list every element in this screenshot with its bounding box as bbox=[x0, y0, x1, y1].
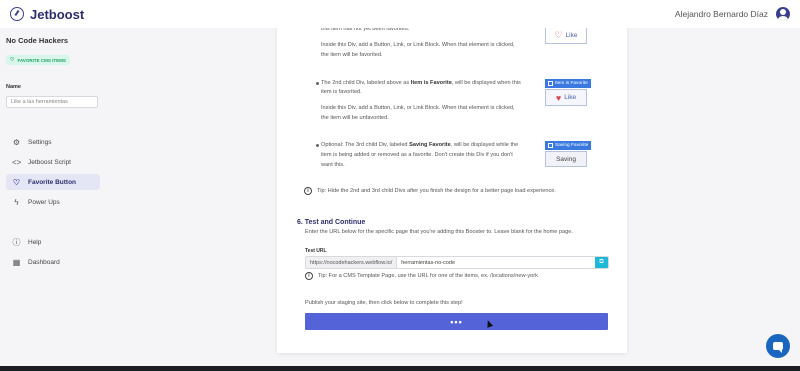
demo-liked-button: ♥ Like bbox=[545, 89, 587, 106]
bullet-3-pre: Optional: The 3rd child Div, labeled bbox=[321, 142, 410, 148]
user-name: Alejandro Bernardo Díaz bbox=[674, 9, 768, 19]
bullet-2-line: the item will be unfavorited. bbox=[321, 115, 389, 121]
tip-hide-divs: i Tip: Hide the 2nd and 3rd child Divs a… bbox=[304, 187, 556, 195]
bolt-icon: ϟ bbox=[14, 197, 19, 207]
heart-outline-icon: ♡ bbox=[554, 30, 563, 40]
sidebar-item-label: Favorite Button bbox=[28, 178, 77, 186]
brand-name: Jetboost bbox=[30, 6, 85, 22]
item-is-favorite-tag: Item is Favorite bbox=[545, 79, 591, 88]
project-badge-label: FAVORITE CMS ITEMS bbox=[17, 57, 66, 63]
sidebar-item-help[interactable]: ⓘ Help bbox=[6, 234, 100, 250]
bullet-2: The 2nd child Div, labeled above as Item… bbox=[316, 79, 546, 88]
test-url-field: https://nocodehackers.webflow.io/ ⧉ bbox=[305, 256, 609, 269]
step-description: Enter the URL below for the specific pag… bbox=[305, 229, 573, 235]
bullet-2-strong: Item is Favorite bbox=[410, 80, 452, 86]
demo-like-button: ♡ Like bbox=[545, 27, 587, 44]
jetboost-logo-icon bbox=[10, 7, 24, 21]
demo-saving-label: Saving bbox=[556, 155, 576, 163]
bullet-2-line: Inside this Div, add a Button, Link, or … bbox=[321, 105, 515, 111]
heart-icon: ♡ bbox=[10, 57, 15, 63]
tip-cms-template: i Tip: For a CMS Template Page, use the … bbox=[305, 272, 538, 280]
complete-step-button[interactable]: ••• bbox=[305, 313, 608, 330]
main-card: this item has not yet been favorited. In… bbox=[277, 0, 627, 353]
user-menu[interactable]: Alejandro Bernardo Díaz bbox=[675, 7, 790, 21]
tip-text: Tip: Hide the 2nd and 3rd child Divs aft… bbox=[317, 188, 556, 194]
bullet-3-strong: Saving Favorite bbox=[409, 142, 451, 148]
tip-text: Tip: For a CMS Template Page, use the UR… bbox=[318, 273, 538, 279]
bullet-1-line: the item will be favorited. bbox=[321, 52, 383, 58]
code-icon: <> bbox=[12, 157, 22, 167]
bullet-2-pre: The 2nd child Div, labeled above as bbox=[321, 80, 411, 86]
sidebar-item-power-ups[interactable]: ϟ Power Ups bbox=[6, 194, 100, 210]
saving-favorite-tag: Saving Favorite bbox=[545, 141, 592, 150]
bullet-3-post: , will be displayed while the bbox=[450, 142, 519, 148]
publish-instructions: Publish your staging site, then click be… bbox=[305, 300, 463, 306]
user-avatar-icon[interactable] bbox=[776, 7, 790, 21]
demo-like-label: Like bbox=[564, 94, 577, 101]
demo-saving-button: Saving bbox=[545, 151, 587, 167]
info-icon: i bbox=[305, 272, 313, 280]
sidebar-nav: ⚙ Settings <> Jetboost Script ♡ Favorite… bbox=[6, 134, 100, 210]
bullet-2-line: item is favorited. bbox=[321, 89, 362, 95]
sidebar-nav-secondary: ⓘ Help ▦ Dashboard bbox=[6, 234, 100, 270]
brand[interactable]: Jetboost bbox=[10, 7, 84, 22]
sidebar-item-label: Settings bbox=[28, 138, 52, 146]
chat-icon bbox=[773, 342, 783, 353]
bullet-dot bbox=[316, 82, 319, 85]
checkbox-icon bbox=[548, 81, 553, 86]
bullet-3: Optional: The 3rd child Div, labeled Sav… bbox=[316, 141, 546, 150]
bullet-2-post: , will be displayed when this bbox=[451, 80, 521, 86]
bullet-1-line: Inside this Div, add a Button, Link, or … bbox=[321, 42, 515, 48]
heart-filled-icon: ♥ bbox=[555, 92, 562, 103]
test-url-label: Test URL bbox=[305, 248, 327, 254]
sidebar-item-jetboost-script[interactable]: <> Jetboost Script bbox=[6, 154, 100, 170]
url-prefix: https://nocodehackers.webflow.io/ bbox=[306, 257, 398, 268]
info-icon: i bbox=[304, 187, 312, 195]
sidebar-item-settings[interactable]: ⚙ Settings bbox=[6, 134, 100, 150]
bullet-3-line: item is being added or removed as a favo… bbox=[321, 152, 513, 158]
project-name: No Code Hackers bbox=[6, 36, 69, 45]
name-input[interactable] bbox=[6, 96, 98, 108]
bottom-bar bbox=[0, 366, 800, 371]
chat-launcher-button[interactable] bbox=[766, 334, 790, 358]
external-link-icon[interactable]: ⧉ bbox=[595, 257, 608, 268]
bullet-3-line: want this. bbox=[321, 162, 345, 168]
gear-icon: ⚙ bbox=[12, 137, 21, 147]
help-icon: ⓘ bbox=[12, 237, 21, 247]
app-header: Jetboost Alejandro Bernardo Díaz bbox=[0, 0, 800, 28]
sidebar: No Code Hackers ♡ FAVORITE CMS ITEMS Nam… bbox=[0, 28, 106, 371]
sidebar-item-label: Power Ups bbox=[28, 198, 60, 206]
checkbox-icon bbox=[548, 143, 553, 148]
sidebar-item-dashboard[interactable]: ▦ Dashboard bbox=[6, 254, 100, 270]
grid-icon: ▦ bbox=[12, 257, 21, 267]
test-url-input[interactable] bbox=[397, 257, 595, 268]
tag-label: Saving Favorite bbox=[555, 143, 589, 148]
step-title: 6. Test and Continue bbox=[297, 219, 366, 226]
sidebar-item-favorite-button[interactable]: ♡ Favorite Button bbox=[6, 174, 100, 190]
name-label: Name bbox=[6, 84, 21, 90]
project-badge: ♡ FAVORITE CMS ITEMS bbox=[6, 55, 70, 65]
sidebar-item-label: Dashboard bbox=[28, 258, 60, 266]
heart-icon: ♡ bbox=[12, 177, 21, 187]
sidebar-item-label: Jetboost Script bbox=[28, 158, 71, 166]
tag-label: Item is Favorite bbox=[555, 81, 588, 86]
bullet-dot bbox=[316, 144, 319, 147]
sidebar-item-label: Help bbox=[28, 238, 42, 246]
demo-like-label: Like bbox=[565, 32, 578, 39]
